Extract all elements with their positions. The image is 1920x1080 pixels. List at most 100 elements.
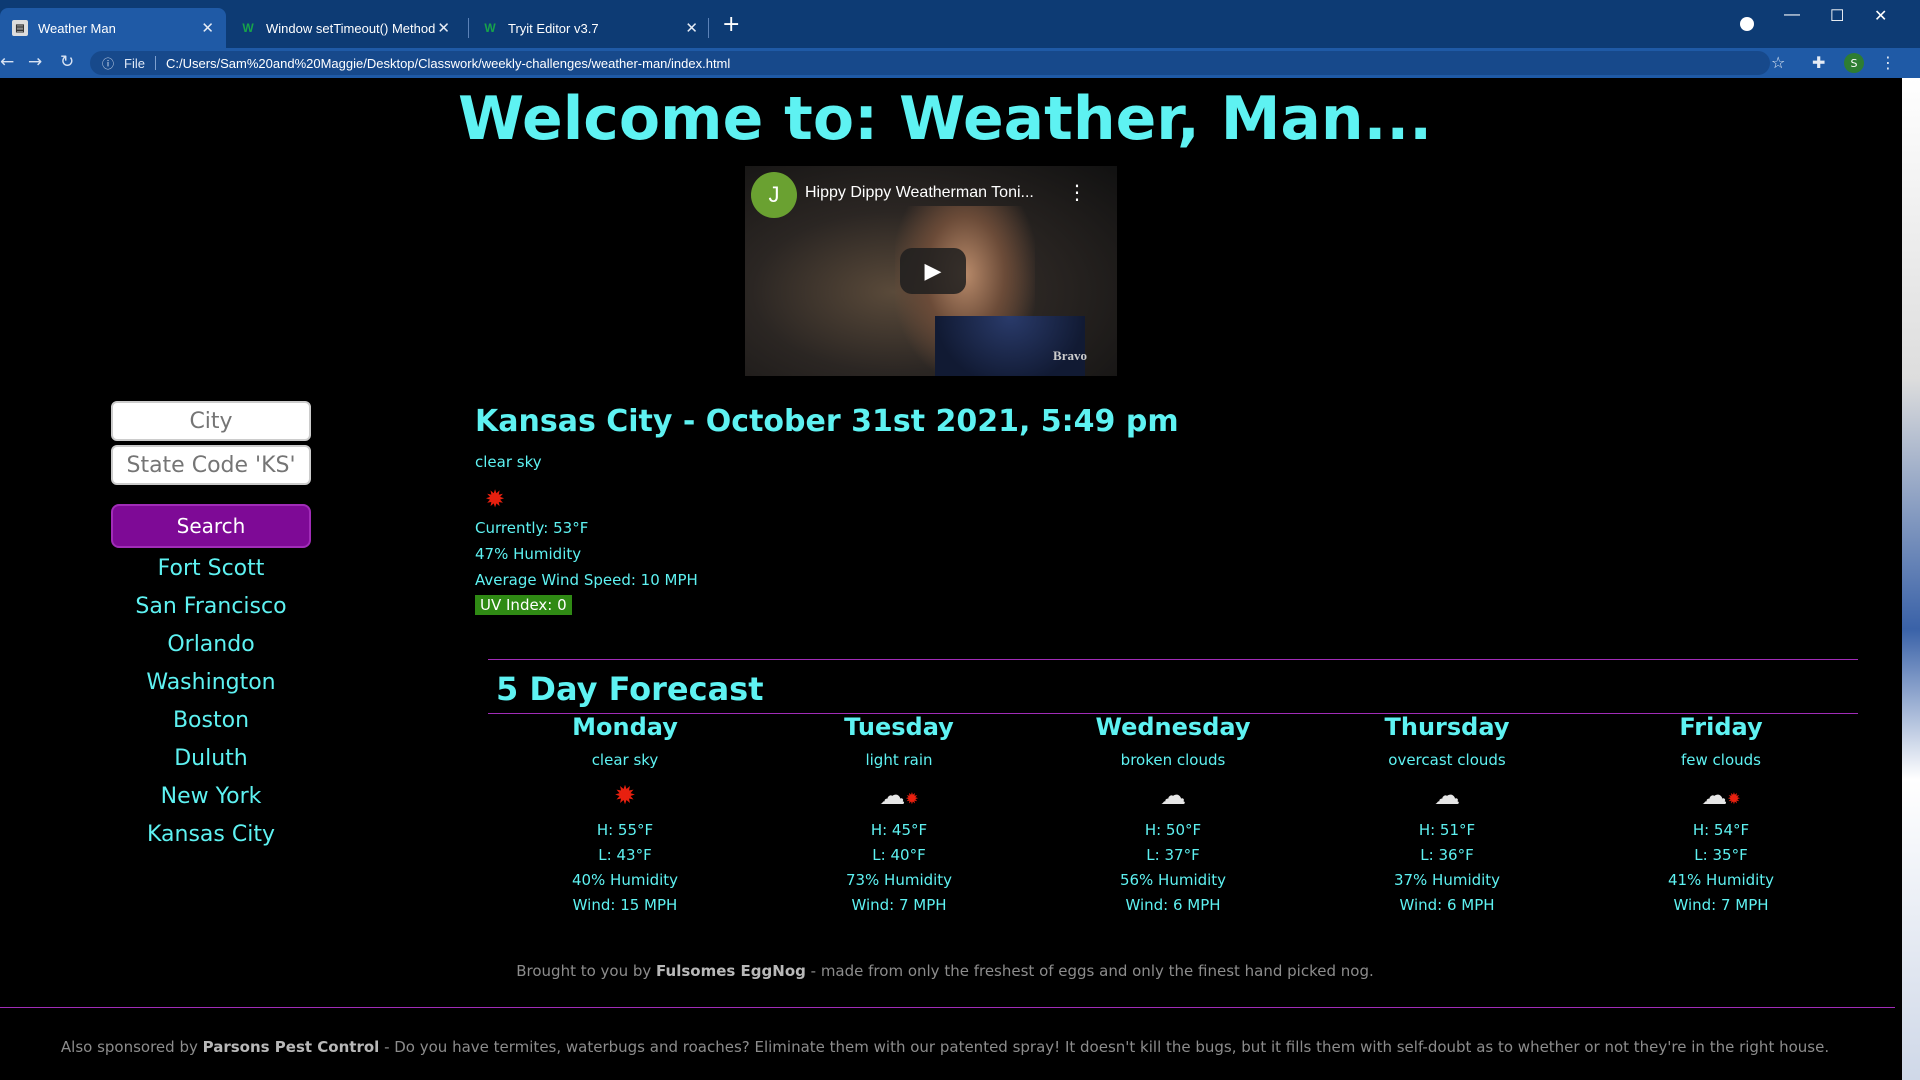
history-item-fort-scott[interactable]: Fort Scott — [111, 550, 311, 588]
forecast-description: clear sky — [591, 751, 659, 769]
city-input[interactable] — [111, 401, 311, 441]
forecast-high: H: 50°F — [1144, 821, 1202, 839]
tab-separator — [708, 18, 709, 38]
close-icon[interactable]: ✕ — [201, 19, 214, 37]
current-temp: Currently: 53°F — [475, 519, 589, 537]
footer-rule — [0, 1007, 1895, 1008]
forecast-low: L: 36°F — [1420, 846, 1474, 864]
history-item-boston[interactable]: Boston — [111, 702, 311, 740]
tab-tryit-editor[interactable]: W Tryit Editor v3.7 ✕ — [470, 8, 710, 48]
forecast-day-card: Wednesday broken clouds ☁ H: 50°F L: 37°… — [1036, 713, 1310, 915]
rain-icon: ☁✹ — [879, 781, 919, 811]
history-item-duluth[interactable]: Duluth — [111, 740, 311, 778]
forecast-high: H: 45°F — [870, 821, 928, 839]
forecast-high: H: 51°F — [1418, 821, 1476, 839]
video-watermark: Bravo — [1053, 348, 1087, 363]
forecast-wind: Wind: 6 MPH — [1399, 896, 1495, 914]
current-weather: Kansas City - October 31st 2021, 5:49 pm… — [475, 404, 1179, 615]
footer-sponsor-message: Also sponsored by Parsons Pest Control -… — [0, 1038, 1890, 1056]
search-form — [111, 401, 311, 489]
history-item-new-york[interactable]: New York — [111, 778, 311, 816]
forecast-humidity: 56% Humidity — [1119, 871, 1227, 889]
tab-separator — [468, 18, 469, 38]
extensions-icon[interactable]: ✚ — [1812, 53, 1825, 72]
forecast-description: few clouds — [1681, 751, 1761, 769]
profile-avatar[interactable]: S — [1844, 53, 1864, 73]
tab-weather-man[interactable]: ▤ Weather Man ✕ — [0, 8, 226, 48]
search-history: Fort Scott San Francisco Orlando Washing… — [111, 550, 311, 854]
minimize-icon[interactable]: — — [1784, 6, 1800, 24]
reload-icon[interactable]: ↻ — [60, 52, 74, 72]
state-code-input[interactable] — [111, 445, 311, 485]
sun-icon: ✹ — [614, 781, 636, 811]
sponsor-prefix: Also sponsored by — [60, 1038, 203, 1056]
close-icon[interactable]: ✕ — [437, 19, 450, 37]
uv-index-badge: UV Index: 0 — [475, 595, 572, 615]
w3schools-icon: W — [242, 21, 254, 35]
forecast-day-name: Monday — [572, 713, 678, 741]
window-close-icon[interactable]: ✕ — [1874, 6, 1887, 26]
forecast-wind: Wind: 7 MPH — [1673, 896, 1769, 914]
menu-dots-icon[interactable]: ⋮ — [1880, 53, 1896, 72]
forecast-day-card: Thursday overcast clouds ☁ H: 51°F L: 36… — [1310, 713, 1584, 915]
forecast-wind: Wind: 7 MPH — [851, 896, 947, 914]
play-icon[interactable]: ▶ — [900, 248, 966, 294]
forecast-high: H: 54°F — [1692, 821, 1750, 839]
new-tab-plus-icon[interactable]: + — [722, 12, 740, 37]
forecast-low: L: 35°F — [1694, 846, 1748, 864]
divider — [154, 56, 156, 70]
document-icon: ▤ — [12, 20, 28, 36]
forecast-humidity: 37% Humidity — [1393, 871, 1501, 889]
tab-title: Weather Man — [38, 20, 116, 36]
url-text[interactable]: C:/Users/Sam%20and%20Maggie/Desktop/Clas… — [166, 56, 730, 71]
page-content: Welcome to: Weather, Man... J Hippy Dipp… — [0, 78, 1902, 1080]
forecast-day-name: Wednesday — [1095, 713, 1251, 741]
forecast-description: overcast clouds — [1388, 751, 1506, 769]
maximize-icon[interactable]: ☐ — [1830, 6, 1844, 26]
w3schools-icon: W — [484, 21, 496, 35]
forecast-low: L: 37°F — [1146, 846, 1200, 864]
history-item-san-francisco[interactable]: San Francisco — [111, 588, 311, 626]
channel-avatar[interactable]: J — [751, 172, 797, 218]
close-icon[interactable]: ✕ — [685, 19, 698, 37]
forecast-description: broken clouds — [1120, 751, 1226, 769]
page-title: Welcome to: Weather, Man... — [457, 84, 1433, 154]
forecast-grid: Monday clear sky ✹ H: 55°F L: 43°F 40% H… — [488, 713, 1858, 915]
youtube-embed[interactable]: J Hippy Dippy Weatherman Toni... ⋮ ▶ Bra… — [745, 166, 1117, 376]
forecast-humidity: 40% Humidity — [571, 871, 679, 889]
forecast-high: H: 55°F — [596, 821, 654, 839]
forward-arrow-icon[interactable]: → — [28, 52, 42, 72]
history-item-kansas-city[interactable]: Kansas City — [111, 816, 311, 854]
forecast-description: light rain — [865, 751, 933, 769]
back-arrow-icon[interactable]: ← — [0, 52, 14, 72]
sponsor-prefix: Brought to you by — [516, 962, 657, 980]
history-item-orlando[interactable]: Orlando — [111, 626, 311, 664]
info-icon[interactable]: ⓘ — [102, 55, 114, 72]
video-menu-icon[interactable]: ⋮ — [1067, 180, 1087, 204]
forecast-day-card: Tuesday light rain ☁✹ H: 45°F L: 40°F 73… — [762, 713, 1036, 915]
forecast-day-name: Tuesday — [844, 713, 954, 741]
star-icon[interactable]: ☆ — [1771, 53, 1785, 72]
sun-icon: ✹ — [485, 485, 506, 513]
forecast-day-card: Friday few clouds ☁✹ H: 54°F L: 35°F 41%… — [1584, 713, 1858, 915]
search-button[interactable]: Search — [111, 504, 311, 548]
tab-search-icon[interactable] — [1740, 17, 1754, 31]
forecast-title: 5 Day Forecast — [496, 670, 764, 708]
current-city-title: Kansas City - October 31st 2021, 5:49 pm — [475, 404, 1179, 439]
forecast-wind: Wind: 6 MPH — [1125, 896, 1221, 914]
forecast-day-name: Thursday — [1384, 713, 1510, 741]
background-window-strip — [1902, 78, 1920, 1080]
address-bar[interactable]: ⓘ File C:/Users/Sam%20and%20Maggie/Deskt… — [90, 51, 1770, 75]
sponsor-suffix: - Do you have termites, waterbugs and ro… — [379, 1038, 1830, 1056]
video-title[interactable]: Hippy Dippy Weatherman Toni... — [805, 184, 1034, 202]
forecast-day-card: Monday clear sky ✹ H: 55°F L: 43°F 40% H… — [488, 713, 762, 915]
current-description: clear sky — [475, 453, 542, 471]
forecast-low: L: 40°F — [872, 846, 926, 864]
forecast-humidity: 73% Humidity — [845, 871, 953, 889]
forecast-top-rule — [488, 659, 1858, 660]
video-thumbnail-shirt — [935, 316, 1085, 376]
history-item-washington[interactable]: Washington — [111, 664, 311, 702]
forecast-humidity: 41% Humidity — [1667, 871, 1775, 889]
toolbar: ← → ↻ ⓘ File C:/Users/Sam%20and%20Maggie… — [0, 48, 1920, 78]
tab-settimeout[interactable]: W Window setTimeout() Method ✕ — [228, 8, 462, 48]
